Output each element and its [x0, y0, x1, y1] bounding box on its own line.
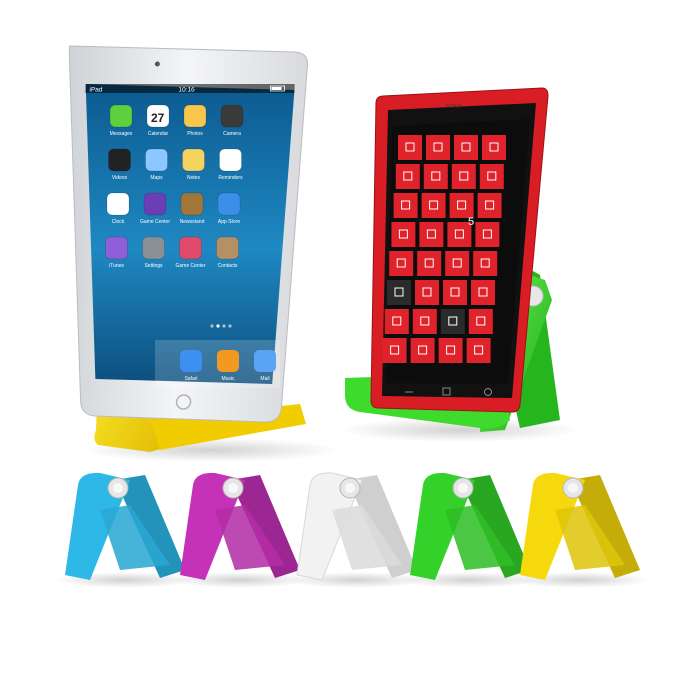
app-icon-person[interactable]: Contacts [216, 236, 239, 269]
live-tile[interactable] [384, 309, 409, 334]
live-tile[interactable] [412, 309, 437, 334]
live-tile[interactable] [410, 338, 435, 363]
live-tile[interactable] [389, 251, 414, 276]
live-tile[interactable] [454, 135, 478, 160]
live-tile[interactable] [479, 164, 504, 189]
app-label: iTunes [109, 263, 124, 269]
stand-blue [55, 472, 195, 588]
tablet-screen [85, 84, 295, 384]
phone-brand: NOKIA [446, 104, 462, 110]
live-tile[interactable] [477, 193, 502, 218]
app-label: Settings [144, 263, 163, 269]
dock-label: Music [221, 376, 235, 382]
app-label: Game Center [175, 263, 205, 269]
product-photo: iPad 10:16 Messages 27 Calendar Photos Camer… [0, 0, 700, 700]
app-icon-shelf[interactable]: Newsstand [180, 192, 205, 225]
app-label: Notes [187, 175, 201, 181]
app-label: Game Center [140, 219, 170, 225]
live-tile[interactable] [393, 193, 418, 218]
live-tile[interactable] [421, 193, 446, 218]
calendar-day: 27 [151, 111, 165, 125]
live-tile[interactable] [473, 251, 498, 276]
live-tile[interactable] [438, 338, 463, 363]
app-label: Camera [223, 131, 241, 137]
phone: NOKIA 5 [370, 87, 549, 413]
live-tile[interactable] [395, 164, 420, 189]
live-tile[interactable] [475, 222, 500, 247]
tablet-dock: Safari Music Mail [155, 340, 280, 388]
live-tile[interactable] [445, 251, 470, 276]
live-tile[interactable] [482, 135, 506, 160]
app-icon-gear[interactable]: Settings [142, 236, 165, 269]
app-label: Contacts [218, 263, 238, 269]
live-tile[interactable] [391, 222, 416, 247]
app-icon-app-store[interactable]: App Store [217, 192, 241, 225]
tablet-group: iPad 10:16 Messages 27 Calendar Photos Camer… [68, 45, 340, 462]
stand-magenta [170, 472, 310, 588]
live-tile[interactable] [387, 280, 411, 305]
stand-yellow [510, 472, 650, 588]
app-label: Messages [110, 131, 133, 137]
app-icon-list[interactable]: Reminders [218, 148, 243, 181]
phone-tile-number: 5 [468, 216, 474, 228]
app-label: Clock [112, 219, 125, 225]
app-icon-bubbles[interactable]: Game Center [140, 192, 170, 225]
phone-group: NOKIA 5 [340, 87, 580, 442]
stand-green [400, 472, 540, 588]
live-tile[interactable] [443, 280, 467, 305]
live-tile[interactable] [440, 309, 465, 334]
tablet-status-time: 10:16 [178, 87, 195, 94]
live-tile[interactable] [451, 164, 476, 189]
live-tile[interactable] [415, 280, 439, 305]
live-tile[interactable] [398, 135, 422, 160]
app-label: Videos [112, 175, 128, 181]
live-tile[interactable] [423, 164, 448, 189]
app-label: Maps [150, 175, 163, 181]
stand-white [287, 472, 427, 588]
live-tile[interactable] [471, 280, 495, 305]
scene-svg: iPad 10:16 Messages 27 Calendar Photos Camer… [55, 45, 650, 588]
app-icon-flower[interactable]: Photos [183, 104, 207, 137]
stand-row [55, 472, 650, 588]
app-label: Photos [187, 131, 203, 137]
app-icon-chat-bubble[interactable]: Messages [109, 104, 133, 137]
live-tile[interactable] [419, 222, 444, 247]
live-tile[interactable] [468, 309, 493, 334]
app-icon-bubbles[interactable]: Game Center [175, 236, 206, 269]
app-label: Calendar [148, 131, 169, 137]
live-tile[interactable] [449, 193, 474, 218]
live-tile[interactable] [466, 338, 491, 363]
app-label: App Store [218, 219, 240, 225]
live-tile[interactable] [426, 135, 450, 160]
app-icon-calendar[interactable]: 27 Calendar [146, 104, 170, 137]
app-icon-camera[interactable]: Camera [220, 104, 244, 137]
live-tile[interactable] [417, 251, 442, 276]
app-label: Reminders [218, 175, 243, 181]
dock-label: Mail [260, 376, 269, 382]
app-label: Newsstand [180, 219, 205, 225]
tablet-status-carrier: iPad [89, 87, 103, 94]
dock-label: Safari [184, 376, 197, 382]
live-tile[interactable] [382, 338, 407, 363]
